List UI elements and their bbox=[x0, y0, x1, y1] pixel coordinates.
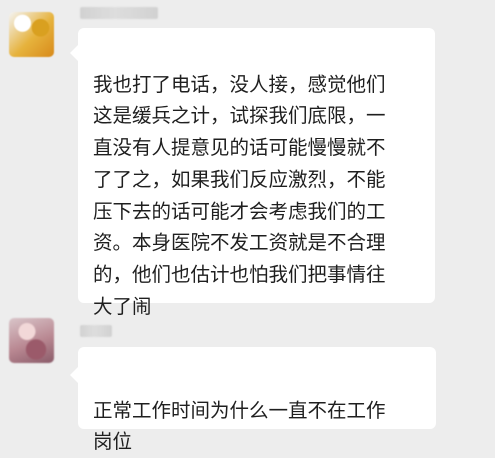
message-text: 我也打了电话，没人接，感觉他们 这是缓兵之计，试探我们底限，一 直没有人提意见的… bbox=[93, 72, 386, 318]
message-bubble[interactable]: 我也打了电话，没人接，感觉他们 这是缓兵之计，试探我们底限，一 直没有人提意见的… bbox=[70, 28, 435, 318]
message-text: 正常工作时间为什么一直不在工作 岗位 bbox=[93, 398, 386, 454]
message-bubble[interactable]: 正常工作时间为什么一直不在工作 岗位 bbox=[70, 347, 436, 453]
sender-name bbox=[80, 7, 158, 19]
avatar[interactable] bbox=[9, 318, 54, 363]
avatar[interactable] bbox=[9, 12, 54, 57]
chat-view: 我也打了电话，没人接，感觉他们 这是缓兵之计，试探我们底限，一 直没有人提意见的… bbox=[0, 0, 495, 453]
sender-name bbox=[80, 325, 112, 337]
